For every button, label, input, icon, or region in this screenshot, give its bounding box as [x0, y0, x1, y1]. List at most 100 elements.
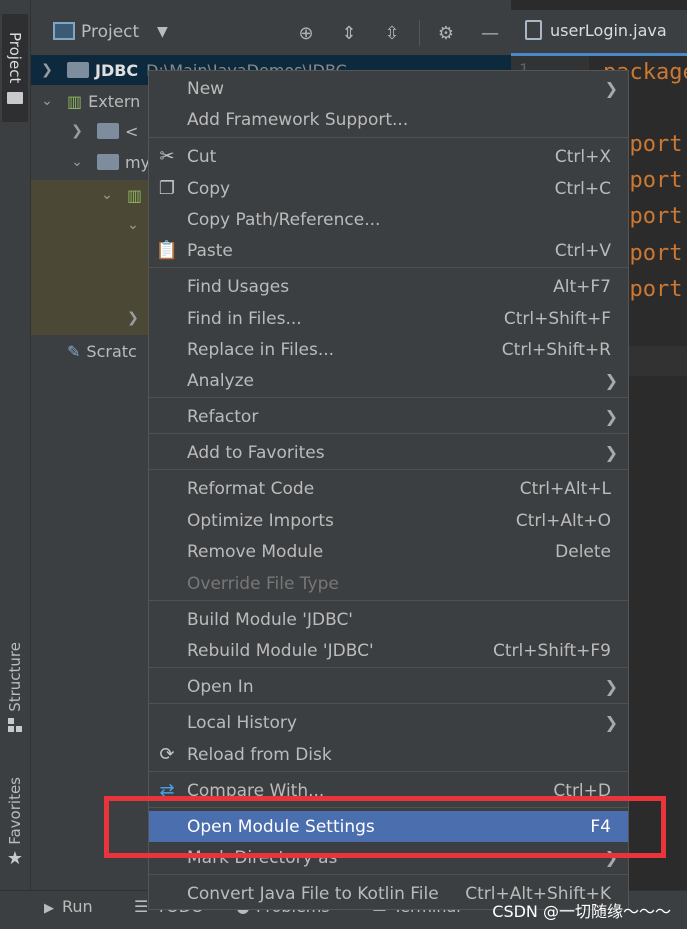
tree-root-name: JDBC	[95, 60, 139, 80]
tree-scratches-label: Scratc	[86, 341, 137, 361]
module-folder-icon	[67, 62, 89, 78]
menu-item-label: Rebuild Module 'JDBC'	[187, 640, 374, 661]
tree-row-child4[interactable]: ⌄	[123, 210, 143, 240]
expand-all-icon[interactable]: ⇕	[336, 20, 362, 46]
menu-item-build-module[interactable]: Build Module 'JDBC'	[149, 604, 628, 635]
chevron-right-icon[interactable]: ❯	[67, 123, 87, 139]
libraries-icon: ▥	[67, 91, 83, 111]
menu-separator	[149, 874, 628, 875]
gear-icon[interactable]: ⚙	[433, 20, 459, 46]
menu-item-analyze[interactable]: Analyze ❯	[149, 365, 628, 396]
paste-icon: 📋	[155, 240, 179, 261]
editor-tab-bar: userLogin.java	[511, 10, 687, 56]
menu-item-label: Copy	[187, 178, 231, 199]
chevron-right-icon[interactable]: ❯	[123, 310, 143, 326]
menu-separator	[149, 397, 628, 398]
left-tool-strip: Project Structure Favorites ★	[0, 0, 31, 929]
menu-item-open-in[interactable]: Open In ❯	[149, 671, 628, 702]
menu-item-shortcut: Delete	[555, 541, 611, 562]
locate-icon[interactable]: ⊕	[293, 20, 319, 46]
menu-item-add-framework-support[interactable]: Add Framework Support...	[149, 104, 628, 135]
chevron-down-icon[interactable]: ⌄	[123, 217, 143, 233]
editor-tab-userlogin[interactable]: userLogin.java	[525, 20, 667, 40]
menu-item-refactor[interactable]: Refactor ❯	[149, 401, 628, 432]
chevron-down-icon[interactable]: ⌄	[67, 154, 87, 170]
project-tool-tab-label: Project	[6, 32, 24, 84]
star-icon: ★	[6, 848, 24, 870]
menu-separator	[149, 600, 628, 601]
menu-item-label: Cut	[187, 146, 217, 167]
menu-separator	[149, 667, 628, 668]
menu-separator	[149, 433, 628, 434]
menu-item-label: Convert Java File to Kotlin File	[187, 883, 439, 904]
submenu-arrow-icon: ❯	[604, 79, 618, 98]
tree-row-child1[interactable]: ❯ <	[67, 116, 138, 146]
view-dropdown-icon[interactable]: ▼	[157, 24, 168, 40]
minimize-icon[interactable]: —	[477, 20, 503, 46]
run-label: Run	[62, 897, 93, 916]
structure-icon	[8, 717, 22, 732]
jar-icon: ▥	[127, 185, 143, 205]
menu-item-shortcut: Alt+F7	[553, 276, 611, 297]
menu-item-remove-module[interactable]: Remove Module Delete	[149, 536, 628, 567]
menu-item-label: Paste	[187, 240, 233, 261]
menu-item-reformat-code[interactable]: Reformat Code Ctrl+Alt+L	[149, 473, 628, 504]
java-file-icon	[525, 20, 542, 40]
menu-item-shortcut: Ctrl+V	[554, 240, 611, 261]
menu-item-paste[interactable]: 📋 Paste Ctrl+V	[149, 235, 628, 266]
cut-icon: ✂	[159, 146, 175, 167]
header-divider	[419, 20, 420, 46]
menu-item-label: Replace in Files...	[187, 339, 335, 360]
menu-separator	[149, 771, 628, 772]
submenu-arrow-icon: ❯	[604, 677, 618, 696]
ide-window: Project Structure Favorites ★ Project ▼ …	[0, 0, 687, 929]
menu-separator	[149, 703, 628, 704]
tree-row-child2[interactable]: ⌄ my	[67, 147, 150, 177]
menu-item-new[interactable]: New ❯	[149, 73, 628, 104]
menu-item-copy[interactable]: ❐ Copy Ctrl+C	[149, 173, 628, 204]
menu-item-label: Build Module 'JDBC'	[187, 609, 353, 630]
menu-item-label: Refactor	[187, 406, 259, 427]
submenu-arrow-icon: ❯	[604, 713, 618, 732]
menu-item-shortcut: Ctrl+X	[554, 146, 611, 167]
chevron-right-icon[interactable]: ❯	[37, 62, 57, 78]
menu-separator	[149, 267, 628, 268]
menu-item-shortcut: Ctrl+Alt+O	[515, 510, 611, 531]
tree-row-scratches[interactable]: ✎ Scratc	[67, 336, 137, 366]
submenu-arrow-icon: ❯	[604, 371, 618, 390]
folder-icon	[7, 91, 23, 104]
menu-item-rebuild-module[interactable]: Rebuild Module 'JDBC' Ctrl+Shift+F9	[149, 635, 628, 666]
menu-item-label: New	[187, 78, 225, 99]
folder-icon	[97, 154, 119, 170]
menu-item-local-history[interactable]: Local History ❯	[149, 707, 628, 738]
run-tool-button[interactable]: ▶ Run	[44, 897, 93, 916]
menu-item-find-in-files[interactable]: Find in Files... Ctrl+Shift+F	[149, 303, 628, 334]
favorites-tool-tab[interactable]: Favorites ★	[2, 768, 28, 878]
chevron-down-icon[interactable]: ⌄	[97, 187, 117, 203]
menu-item-cut[interactable]: ✂ Cut Ctrl+X	[149, 141, 628, 172]
menu-item-replace-in-files[interactable]: Replace in Files... Ctrl+Shift+R	[149, 334, 628, 365]
menu-separator	[149, 137, 628, 138]
menu-separator	[149, 469, 628, 470]
collapse-all-icon[interactable]: ⇳	[379, 20, 405, 46]
tree-row-child5[interactable]: ❯	[123, 303, 143, 333]
menu-item-find-usages[interactable]: Find Usages Alt+F7	[149, 271, 628, 302]
menu-item-shortcut: Ctrl+Shift+F9	[493, 640, 611, 661]
annotation-highlight-box	[104, 796, 666, 858]
tree-row-child3[interactable]: ⌄ ▥	[97, 180, 142, 210]
menu-item-override-file-type: Override File Type	[149, 568, 628, 599]
play-icon: ▶	[44, 901, 54, 916]
menu-item-label: Find in Files...	[187, 308, 302, 329]
structure-tool-tab-label: Structure	[6, 642, 24, 712]
tree-row-external-libraries[interactable]: ⌄ ▥ Extern	[37, 86, 140, 116]
menu-item-copy-path[interactable]: Copy Path/Reference...	[149, 204, 628, 235]
list-icon: ☰	[134, 897, 149, 916]
menu-item-reload-from-disk[interactable]: ⟳ Reload from Disk	[149, 739, 628, 770]
menu-item-add-to-favorites[interactable]: Add to Favorites ❯	[149, 437, 628, 468]
menu-item-label: Copy Path/Reference...	[187, 209, 381, 230]
chevron-down-icon[interactable]: ⌄	[37, 93, 57, 109]
structure-tool-tab[interactable]: Structure	[2, 632, 28, 742]
menu-item-shortcut: Ctrl+Alt+L	[519, 478, 611, 499]
project-tool-tab[interactable]: Project	[2, 14, 28, 122]
menu-item-optimize-imports[interactable]: Optimize Imports Ctrl+Alt+O	[149, 505, 628, 536]
